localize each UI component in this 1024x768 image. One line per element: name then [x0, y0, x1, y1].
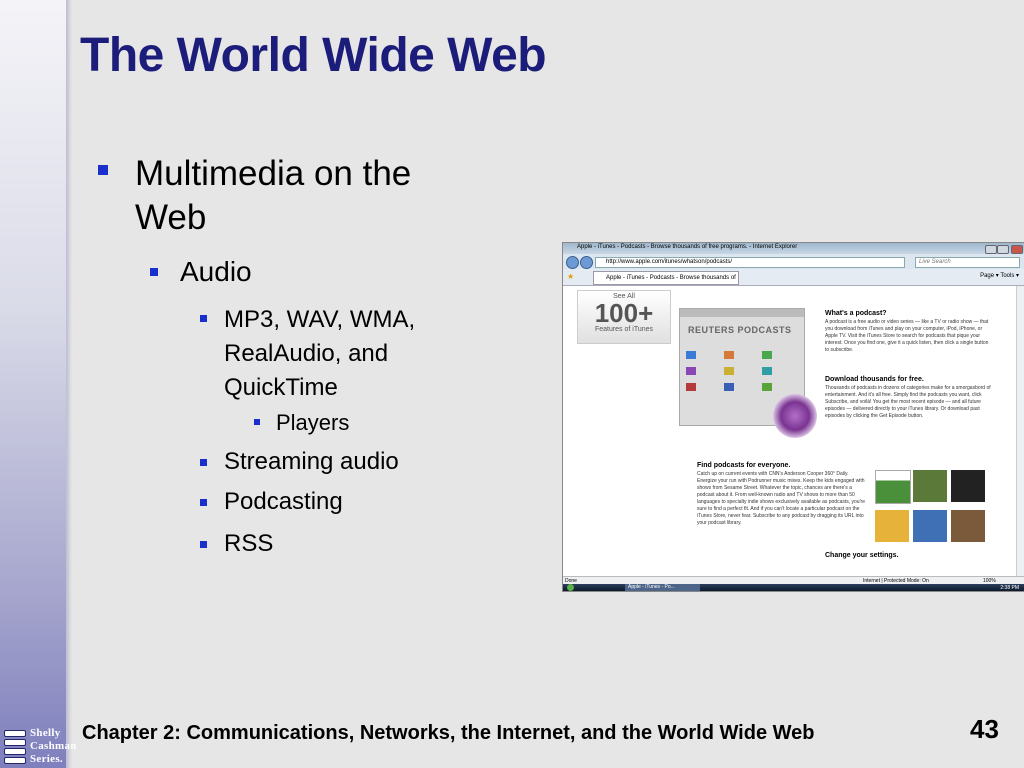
podcast-thumbnail [913, 510, 947, 542]
maximize-icon [997, 245, 1009, 254]
tab-bar: ★ Apple - iTunes - Podcasts - Browse tho… [563, 269, 1024, 286]
address-bar: http://www.apple.com/itunes/whatson/podc… [563, 254, 1024, 269]
close-icon [1011, 245, 1023, 254]
bullet-podcasting: Podcasting [224, 488, 343, 515]
download-heading: Download thousands for free. [825, 376, 924, 383]
what-text: A podcast is a free audio or video serie… [825, 319, 989, 353]
bullet-square-icon [150, 268, 158, 276]
books-icon [4, 730, 26, 764]
find-text: Catch up on current events with CNN's An… [697, 471, 865, 526]
minimize-icon [985, 245, 997, 254]
podcast-thumbnail [913, 470, 947, 502]
bullet-square-icon [200, 459, 207, 466]
bullet-rss: RSS [224, 530, 274, 557]
slide-title: The World Wide Web [80, 29, 547, 82]
url-field: http://www.apple.com/itunes/whatson/podc… [595, 257, 905, 268]
see-all-features-panel: See All 100+ Features of iTunes [577, 290, 671, 344]
bullet-players: Players [276, 410, 350, 435]
window-title: Apple - iTunes - Podcasts - Browse thous… [577, 244, 798, 250]
reuters-label: REUTERS PODCASTS [688, 325, 792, 335]
features-count: 100+ [594, 298, 654, 328]
bullet-square-icon [200, 499, 207, 506]
toolbar-menus: Page ▾ Tools ▾ [980, 273, 1019, 279]
slide-footer: Chapter 2: Communications, Networks, the… [82, 722, 815, 744]
windows-taskbar: Apple - iTunes - Po... 2:38 PM [563, 584, 1024, 591]
diggnation-thumbnail [951, 470, 985, 502]
podcast-icon [773, 394, 817, 438]
browser-tab: Apple - iTunes - Podcasts - Browse thous… [593, 271, 739, 285]
find-heading: Find podcasts for everyone. [697, 462, 791, 469]
what-heading: What's a podcast? [825, 310, 887, 317]
favorites-star-icon: ★ [567, 272, 575, 281]
onion-radio-thumbnail [875, 470, 911, 504]
window-titlebar: Apple - iTunes - Podcasts - Browse thous… [563, 243, 1024, 254]
bullet-square-icon [200, 541, 207, 548]
settings-heading: Change your settings. [825, 552, 899, 559]
sidebar-edge [66, 0, 72, 768]
bullet-multimedia: Multimedia on the Web [135, 154, 412, 237]
live-search-field: Live Search [915, 257, 1020, 268]
taskbar-item: Apple - iTunes - Po... [625, 584, 700, 591]
podcast-thumbnail [951, 510, 985, 542]
features-label: Features of iTunes [594, 326, 654, 333]
logo-text: Shelly Cashman Series. [30, 727, 77, 765]
download-text: Thousands of podcasts in dozens of categ… [825, 385, 991, 419]
podcast-thumbnail [875, 510, 909, 542]
bullet-streaming: Streaming audio [224, 448, 399, 475]
back-icon [566, 256, 579, 269]
page-number: 43 [970, 714, 999, 744]
forward-icon [580, 256, 593, 269]
taskbar-clock: 2:38 PM [1000, 585, 1019, 591]
bullet-audio: Audio [180, 256, 252, 287]
itunes-podcast-screenshot: Apple - iTunes - Podcasts - Browse thous… [562, 242, 1024, 592]
bullet-square-icon [200, 315, 207, 322]
bullet-square-icon [98, 165, 108, 175]
bullet-square-icon [254, 419, 260, 425]
slide-sidebar [0, 0, 72, 768]
shelly-cashman-logo: Shelly Cashman Series. [2, 724, 76, 768]
page-content: See All 100+ Features of iTunes REUTERS … [563, 286, 1024, 576]
scrollbar [1016, 286, 1024, 576]
bullet-formats: MP3, WAV, WMA, RealAudio, and QuickTime [224, 306, 416, 401]
start-orb-icon [567, 584, 574, 591]
